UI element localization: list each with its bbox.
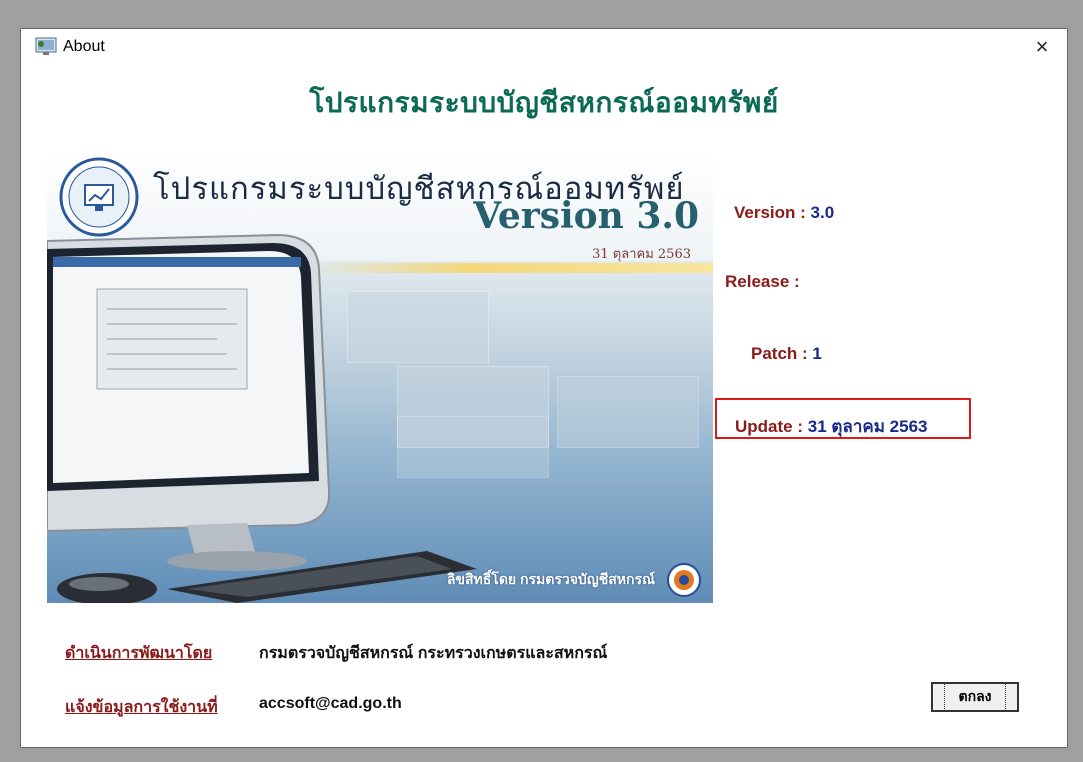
splash-image: โปรแกรมระบบบัญชีสหกรณ์ออมทรัพย์ Version …: [47, 151, 713, 603]
patch-value: 1: [812, 344, 822, 363]
software-center-logo: [59, 157, 139, 237]
splash-date: 31 ตุลาคม 2563: [592, 247, 691, 262]
department-seal-icon: [667, 563, 701, 597]
about-dialog: About × โปรแกรมระบบบัญชีสหกรณ์ออมทรัพย์ …: [20, 28, 1068, 748]
release-row: Release :: [725, 272, 800, 292]
release-label: Release :: [725, 272, 800, 291]
version-row: Version : 3.0: [734, 203, 834, 223]
program-heading: โปรแกรมระบบบัญชีสหกรณ์ออมทรัพย์: [309, 87, 779, 118]
update-highlight-box: [715, 398, 971, 439]
ok-button-label: ตกลง: [943, 683, 1007, 711]
splash-copyright: ลิขสิทธิ์โดย กรมตรวจบัญชีสหกรณ์: [446, 571, 655, 587]
close-button[interactable]: ×: [1025, 31, 1059, 63]
contact-link[interactable]: แจ้งข้อมูลการใช้งานที่: [65, 695, 218, 720]
title-bar[interactable]: About ×: [21, 29, 1067, 67]
app-icon: [35, 37, 57, 55]
developer-value: กรมตรวจบัญชีสหกรณ์ กระทรวงเกษตรและสหกรณ์: [259, 645, 608, 662]
window-title: About: [63, 38, 105, 55]
patch-row: Patch : 1: [751, 344, 822, 364]
computer-illustration: [47, 233, 477, 603]
contact-email: accsoft@cad.go.th: [259, 695, 402, 712]
close-icon: ×: [1035, 34, 1049, 59]
version-label: Version :: [734, 203, 811, 222]
ok-button[interactable]: ตกลง: [931, 682, 1019, 712]
developer-link[interactable]: ดำเนินการพัฒนาโดย: [65, 641, 212, 666]
patch-label: Patch :: [751, 344, 813, 363]
version-value: 3.0: [810, 203, 835, 222]
